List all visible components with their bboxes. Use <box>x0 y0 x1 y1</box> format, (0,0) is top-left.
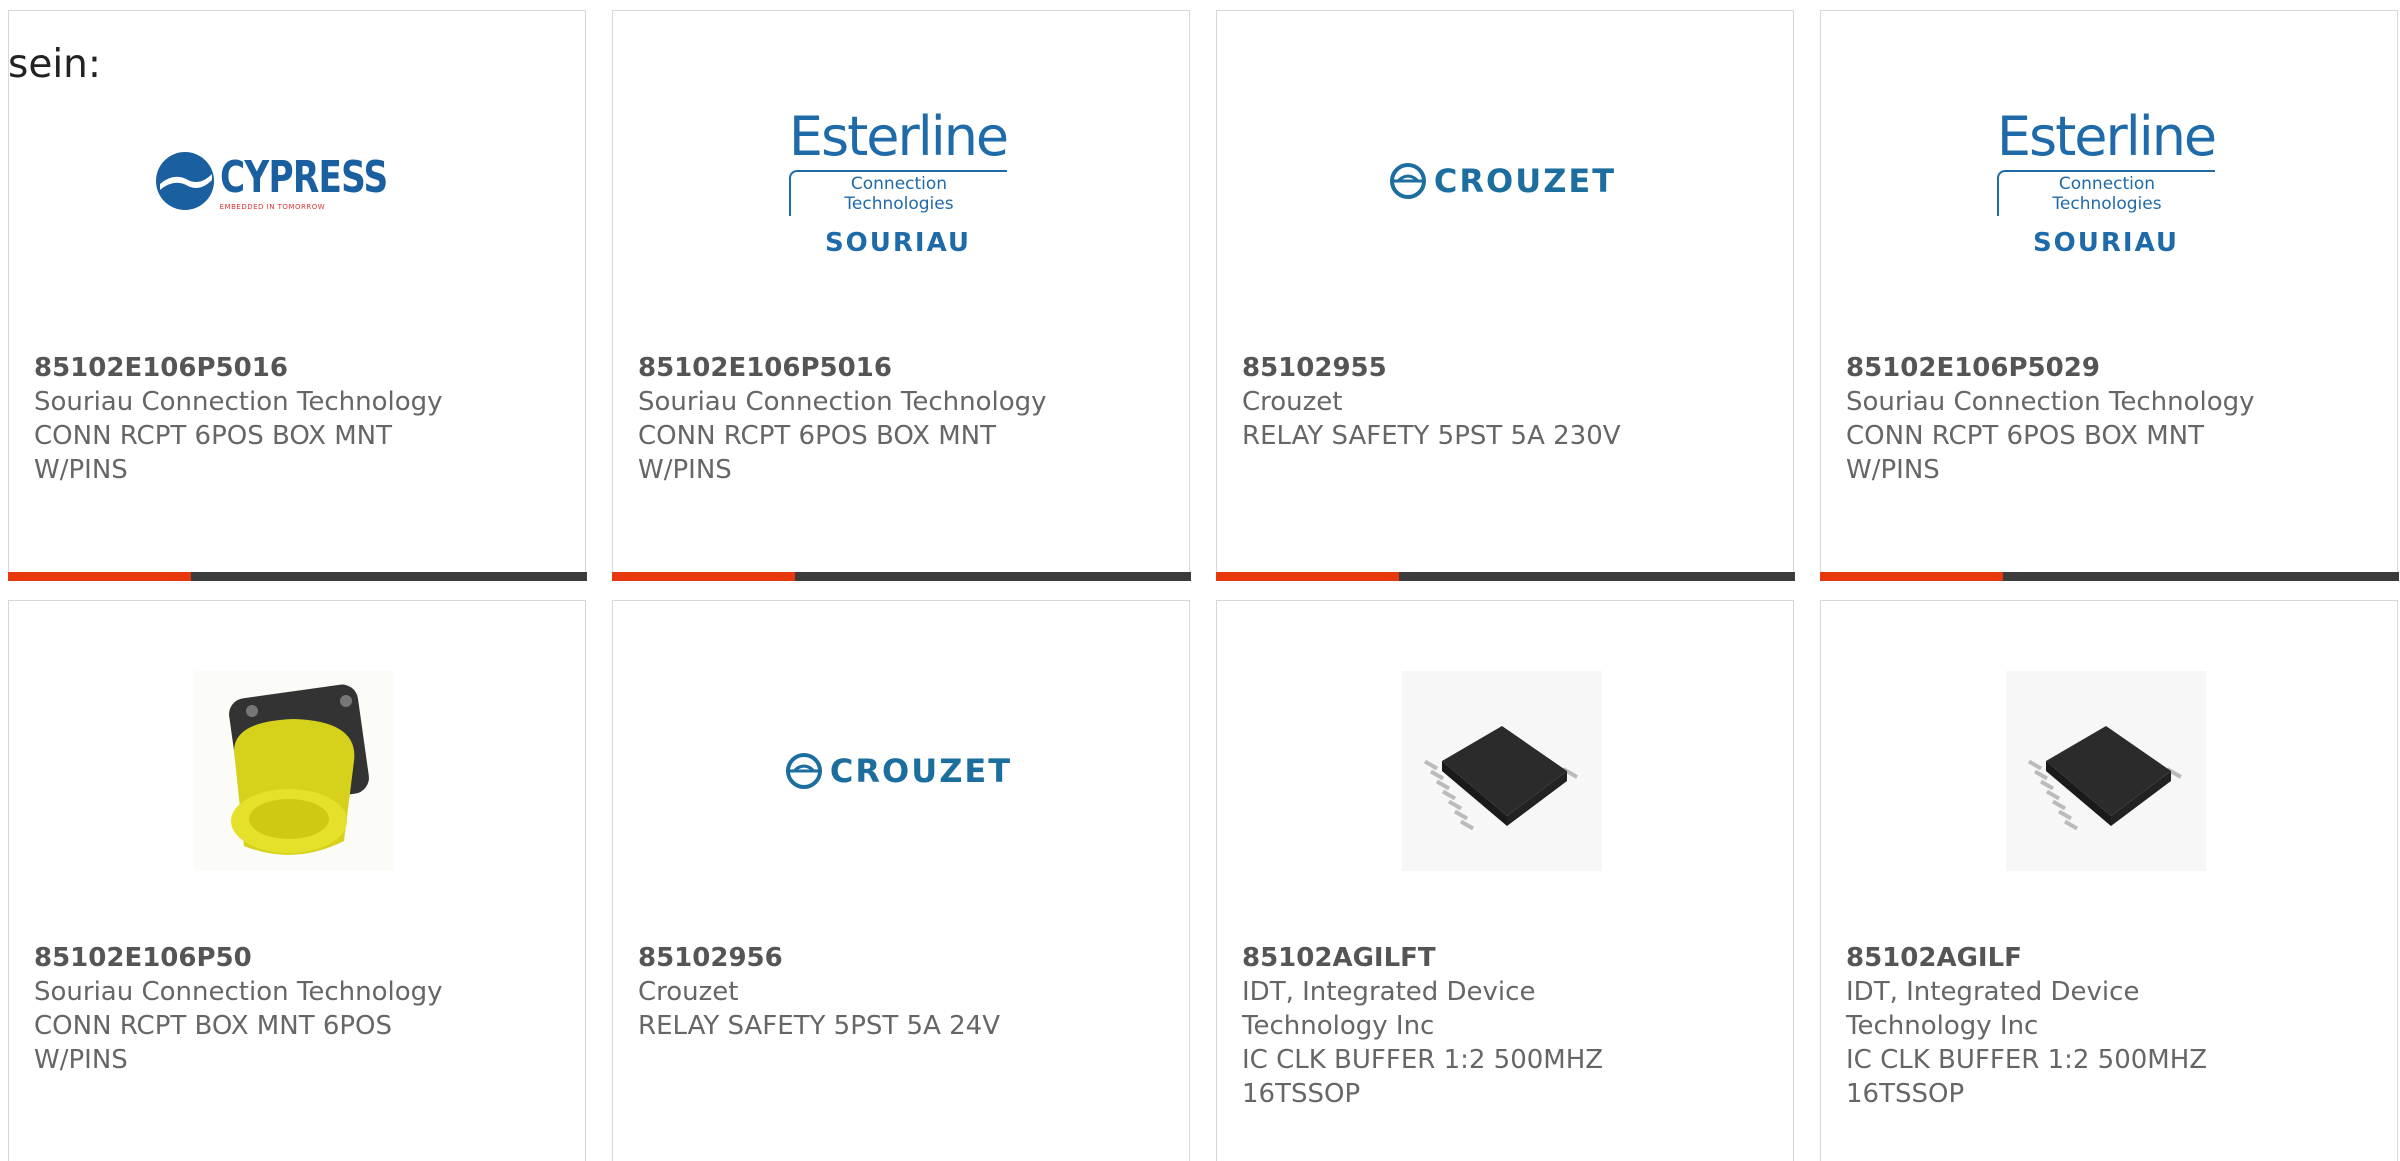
description-line: CONN RCPT 6POS BOX MNT <box>638 421 997 451</box>
crouzet-wordmark: CROUZET <box>1433 162 1617 200</box>
esterline-souriau-logo: Esterline Connection Technologies SOURIA… <box>1996 104 2217 258</box>
description-line: IC CLK BUFFER 1:2 500MHZ <box>1242 1045 1604 1075</box>
product-card[interactable]: 85102E106P50 Souriau Connection Technolo… <box>8 600 586 1161</box>
intro-text: sein: <box>8 42 102 87</box>
product-info: 85102E106P5016 Souriau Connection Techno… <box>34 351 554 487</box>
part-number[interactable]: 85102E106P5016 <box>638 351 1158 385</box>
ic-chip-photo <box>1402 671 1602 871</box>
product-image[interactable]: CYPRESS EMBEDDED IN TOMORROW <box>155 81 394 281</box>
product-info: 85102E106P50 Souriau Connection Technolo… <box>34 941 554 1077</box>
description-line: CONN RCPT 6POS BOX MNT <box>34 421 393 451</box>
manufacturer: Souriau Connection Technology <box>638 387 1047 417</box>
part-number[interactable]: 85102956 <box>638 941 1158 975</box>
souriau-wordmark: SOURIAU <box>2032 227 2180 258</box>
card-accent-bar <box>1819 571 2003 581</box>
description-line: 16TSSOP <box>1846 1079 1965 1109</box>
esterline-subtitle: Connection Technologies <box>1996 169 2216 216</box>
product-card[interactable]: CYPRESS EMBEDDED IN TOMORROW 85102E106P5… <box>7 10 587 581</box>
description-line: IC CLK BUFFER 1:2 500MHZ <box>1846 1045 2208 1075</box>
product-card[interactable]: Esterline Connection Technologies SOURIA… <box>611 10 1191 581</box>
card-accent-bar <box>7 571 191 581</box>
manufacturer: Crouzet <box>1242 387 1343 417</box>
esterline-subtitle: Connection Technologies <box>788 169 1008 216</box>
esterline-wordmark: Esterline <box>788 104 1009 168</box>
card-bottom-bar <box>611 571 1191 581</box>
crouzet-logo: CROUZET <box>1388 161 1616 201</box>
cypress-wordmark: CYPRESS <box>219 151 388 203</box>
card-bottom-bar <box>7 571 587 581</box>
esterline-wordmark: Esterline <box>1996 104 2217 168</box>
product-info: 85102AGILF IDT, Integrated Device Techno… <box>1846 941 2366 1111</box>
description-line: CONN RCPT BOX MNT 6POS <box>34 1011 393 1041</box>
product-image[interactable] <box>2006 671 2206 871</box>
product-image[interactable] <box>194 671 394 871</box>
product-image[interactable] <box>1402 671 1602 871</box>
connector-photo <box>194 671 394 871</box>
card-bottom-bar <box>1819 571 2399 581</box>
card-bottom-bar <box>1215 571 1795 581</box>
manufacturer: Souriau Connection Technology <box>34 387 443 417</box>
product-info: 85102955 Crouzet RELAY SAFETY 5PST 5A 23… <box>1242 351 1762 453</box>
page: sein: CYPRESS EMBEDDED IN TOMORROW 85102… <box>0 0 2400 1161</box>
part-number[interactable]: 85102E106P5016 <box>34 351 554 385</box>
product-info: 85102E106P5016 Souriau Connection Techno… <box>638 351 1158 487</box>
manufacturer-line2: Technology Inc <box>1242 1011 1435 1041</box>
crouzet-emblem-icon <box>785 753 822 789</box>
product-card[interactable]: CROUZET 85102955 Crouzet RELAY SAFETY 5P… <box>1215 10 1795 581</box>
product-image[interactable]: Esterline Connection Technologies SOURIA… <box>1996 81 2217 281</box>
product-card[interactable]: CROUZET 85102956 Crouzet RELAY SAFETY 5P… <box>612 600 1190 1161</box>
product-info: 85102AGILFT IDT, Integrated Device Techn… <box>1242 941 1762 1111</box>
esterline-souriau-logo: Esterline Connection Technologies SOURIA… <box>788 104 1009 258</box>
description-line: RELAY SAFETY 5PST 5A 230V <box>1242 421 1621 451</box>
crouzet-logo: CROUZET <box>784 751 1012 791</box>
manufacturer: Souriau Connection Technology <box>1846 387 2255 417</box>
product-card[interactable]: Esterline Connection Technologies SOURIA… <box>1819 10 2399 581</box>
crouzet-wordmark: CROUZET <box>829 752 1013 790</box>
manufacturer: Souriau Connection Technology <box>34 977 443 1007</box>
product-card[interactable]: 85102AGILF IDT, Integrated Device Techno… <box>1820 600 2398 1161</box>
product-info: 85102E106P5029 Souriau Connection Techno… <box>1846 351 2366 487</box>
manufacturer: Crouzet <box>638 977 739 1007</box>
ic-chip-photo <box>2006 671 2206 871</box>
manufacturer-line2: Technology Inc <box>1846 1011 2039 1041</box>
description-line: W/PINS <box>34 1045 128 1075</box>
description-line: W/PINS <box>638 455 732 485</box>
souriau-wordmark: SOURIAU <box>824 227 972 258</box>
crouzet-emblem-icon <box>1389 163 1426 199</box>
part-number[interactable]: 85102955 <box>1242 351 1762 385</box>
description-line: W/PINS <box>34 455 128 485</box>
description-line: RELAY SAFETY 5PST 5A 24V <box>638 1011 1001 1041</box>
part-number[interactable]: 85102AGILFT <box>1242 941 1762 975</box>
manufacturer: IDT, Integrated Device <box>1846 977 2140 1007</box>
part-number[interactable]: 85102E106P50 <box>34 941 554 975</box>
description-line: W/PINS <box>1846 455 1940 485</box>
description-line: 16TSSOP <box>1242 1079 1361 1109</box>
product-info: 85102956 Crouzet RELAY SAFETY 5PST 5A 24… <box>638 941 1158 1043</box>
part-number[interactable]: 85102E106P5029 <box>1846 351 2366 385</box>
product-image[interactable]: CROUZET <box>785 671 1010 871</box>
card-accent-bar <box>1215 571 1399 581</box>
product-image[interactable]: Esterline Connection Technologies SOURIA… <box>788 81 1009 281</box>
card-accent-bar <box>611 571 795 581</box>
cypress-logo: CYPRESS EMBEDDED IN TOMORROW <box>154 150 435 212</box>
product-card[interactable]: 85102AGILFT IDT, Integrated Device Techn… <box>1216 600 1794 1161</box>
cypress-tagline: EMBEDDED IN TOMORROW <box>219 202 326 211</box>
product-image[interactable]: CROUZET <box>1389 81 1614 281</box>
manufacturer: IDT, Integrated Device <box>1242 977 1536 1007</box>
description-line: CONN RCPT 6POS BOX MNT <box>1846 421 2205 451</box>
cypress-emblem-icon <box>155 152 214 210</box>
part-number[interactable]: 85102AGILF <box>1846 941 2366 975</box>
